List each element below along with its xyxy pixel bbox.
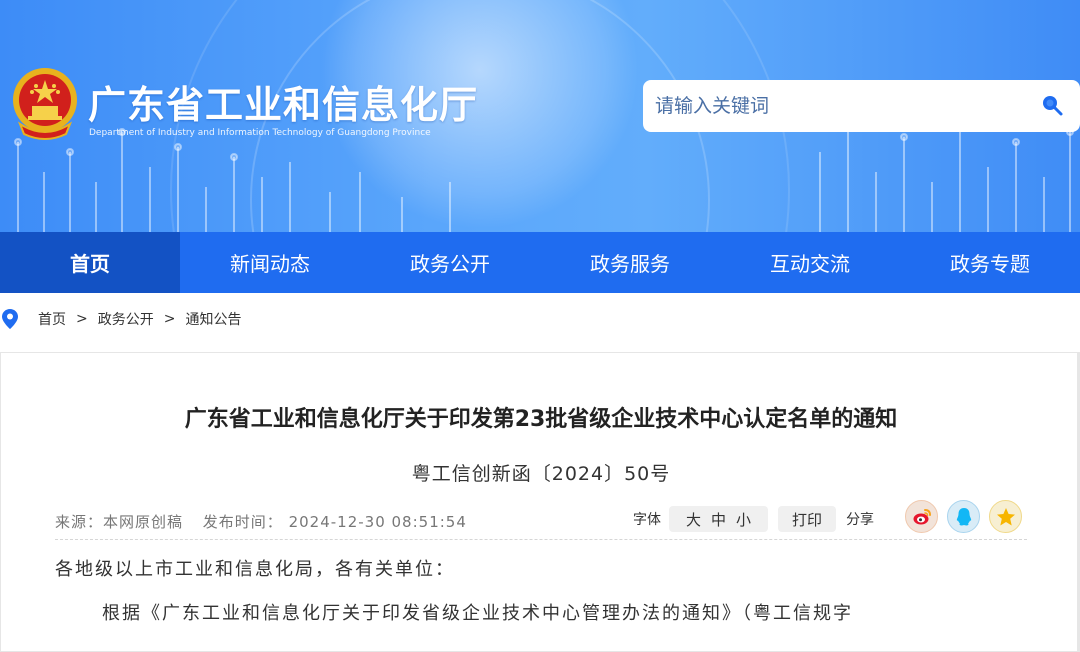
font-size-large-button[interactable]: 大 bbox=[686, 509, 701, 530]
nav-item-news[interactable]: 新闻动态 bbox=[180, 232, 360, 293]
search-box bbox=[643, 80, 1080, 132]
share-label: 分享 bbox=[846, 512, 875, 528]
main-nav: 首页 新闻动态 政务公开 政务服务 互动交流 政务专题 bbox=[0, 232, 1080, 293]
nav-item-interaction[interactable]: 互动交流 bbox=[720, 232, 900, 293]
share-weibo-button[interactable] bbox=[905, 500, 938, 533]
font-size-label: 字体 bbox=[633, 512, 661, 528]
document-number: 粤工信创新函〔2024〕50号 bbox=[411, 463, 671, 485]
weibo-icon bbox=[913, 509, 931, 525]
article-container: 广东省工业和信息化厅关于印发第23批省级企业技术中心认定名单的通知 粤工信创新函… bbox=[0, 352, 1080, 652]
site-subtitle: Department of Industry and Information T… bbox=[89, 128, 431, 138]
breadcrumb-home[interactable]: 首页 bbox=[38, 309, 66, 329]
font-size-switcher: 大 中 小 bbox=[669, 506, 769, 532]
header-banner: 广东省工业和信息化厅 Department of Industry and In… bbox=[0, 0, 1080, 232]
breadcrumb: 首页 > 政务公开 > 通知公告 bbox=[0, 293, 1080, 345]
font-size-small-button[interactable]: 小 bbox=[736, 509, 751, 530]
national-emblem-icon bbox=[13, 68, 77, 140]
article-source: 来源：本网原创稿 bbox=[55, 513, 184, 531]
breadcrumb-notices[interactable]: 通知公告 bbox=[185, 309, 241, 329]
breadcrumb-separator: > bbox=[76, 311, 88, 327]
nav-item-special-topics[interactable]: 政务专题 bbox=[900, 232, 1080, 293]
site-title: 广东省工业和信息化厅 bbox=[88, 83, 479, 127]
share-qq-button[interactable] bbox=[947, 500, 980, 533]
article-title: 广东省工业和信息化厅关于印发第23批省级企业技术中心认定名单的通知 bbox=[184, 407, 898, 432]
qq-icon bbox=[956, 508, 972, 526]
breadcrumb-separator: > bbox=[163, 311, 176, 327]
print-button[interactable]: 打印 bbox=[778, 506, 837, 532]
qzone-star-icon bbox=[997, 508, 1015, 526]
article-meta: 来源：本网原创稿 发布时间： 2024-12-30 08:51:54 bbox=[55, 511, 481, 532]
article-greeting: 各地级以上市工业和信息化局，各有关单位： bbox=[55, 559, 455, 580]
nav-item-home[interactable]: 首页 bbox=[0, 232, 180, 293]
publish-time: 发布时间： 2024-12-30 08:51:54 bbox=[202, 513, 467, 531]
nav-item-gov-services[interactable]: 政务服务 bbox=[540, 232, 720, 293]
location-pin-icon bbox=[2, 309, 18, 329]
nav-item-gov-affairs-public[interactable]: 政务公开 bbox=[360, 232, 540, 293]
article-tools: 字体 大 中 小 打印 分享 bbox=[633, 504, 874, 534]
search-icon[interactable] bbox=[1040, 93, 1064, 117]
share-qzone-button[interactable] bbox=[989, 500, 1022, 533]
font-size-medium-button[interactable]: 中 bbox=[711, 509, 726, 530]
article-paragraph: 根据《广东工业和信息化厅关于印发省级企业技术中心管理办法的通知》（粤工信规字 bbox=[102, 603, 853, 624]
search-input[interactable] bbox=[655, 89, 1025, 123]
meta-divider bbox=[55, 539, 1027, 540]
breadcrumb-gov-affairs-public[interactable]: 政务公开 bbox=[98, 309, 154, 329]
